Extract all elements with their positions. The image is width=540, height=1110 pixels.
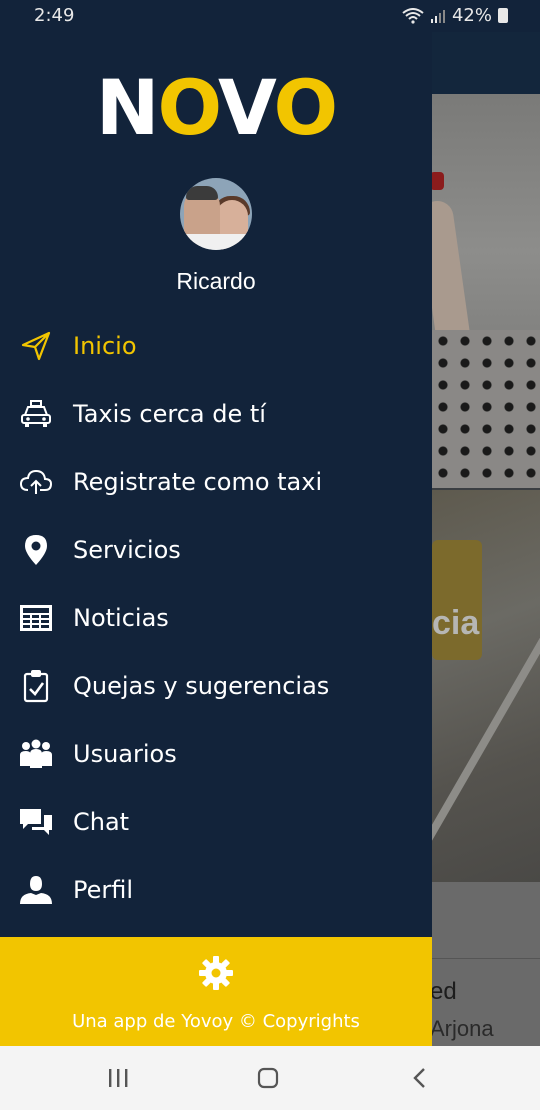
logo-letter: N bbox=[95, 63, 160, 152]
menu-item-perfil[interactable]: Perfil bbox=[0, 856, 432, 924]
menu-item-inicio[interactable]: Inicio bbox=[0, 312, 432, 380]
user-name: Ricardo bbox=[176, 268, 256, 294]
newspaper-icon bbox=[18, 600, 54, 636]
menu-item-chat[interactable]: Chat bbox=[0, 788, 432, 856]
users-icon bbox=[18, 736, 54, 772]
background-card-divider bbox=[432, 958, 540, 959]
battery-icon bbox=[498, 8, 508, 23]
back-icon bbox=[413, 1068, 425, 1088]
background-photo-detail bbox=[430, 172, 444, 190]
menu-item-usuarios[interactable]: Usuarios bbox=[0, 720, 432, 788]
battery-percent: 42% bbox=[451, 5, 492, 26]
navigation-drawer: NOVO Ricardo Inicio Taxis cerca de tí Re… bbox=[0, 32, 432, 1046]
recent-apps-button[interactable] bbox=[98, 1062, 138, 1094]
menu-item-label: Noticias bbox=[73, 604, 169, 632]
menu-item-servicios[interactable]: Servicios bbox=[0, 516, 432, 584]
clipboard-check-icon bbox=[18, 668, 54, 704]
app-logo: NOVO bbox=[0, 70, 432, 146]
avatar[interactable] bbox=[180, 178, 252, 250]
menu-item-taxis[interactable]: Taxis cerca de tí bbox=[0, 380, 432, 448]
status-indicators: 42% bbox=[402, 5, 508, 26]
home-icon bbox=[257, 1067, 279, 1089]
menu-item-label: Registrate como taxi bbox=[73, 468, 323, 496]
wifi-icon bbox=[402, 7, 424, 24]
status-bar: 2:49 42% bbox=[0, 0, 540, 32]
drawer-footer: Una app de Yovoy © Copyrights bbox=[0, 937, 432, 1046]
menu-item-label: Perfil bbox=[73, 876, 134, 904]
background-overlay-text: cia bbox=[432, 604, 480, 642]
signal-icon bbox=[430, 9, 445, 23]
background-card-subtitle: Arjona bbox=[430, 1016, 494, 1041]
logo-letter: O bbox=[157, 63, 220, 152]
menu-item-label: Usuarios bbox=[73, 740, 177, 768]
background-photo-dress bbox=[432, 330, 540, 488]
map-pin-icon bbox=[18, 532, 54, 568]
chat-icon bbox=[18, 804, 54, 840]
menu-item-quejas[interactable]: Quejas y sugerencias bbox=[0, 652, 432, 720]
menu-item-label: Chat bbox=[73, 808, 130, 836]
menu-item-registrate[interactable]: Registrate como taxi bbox=[0, 448, 432, 516]
menu-item-label: Inicio bbox=[73, 332, 137, 360]
back-button[interactable] bbox=[400, 1062, 440, 1094]
menu-item-label: Quejas y sugerencias bbox=[73, 672, 330, 700]
footer-copyright: Una app de Yovoy © Copyrights bbox=[72, 1011, 360, 1032]
gear-icon[interactable] bbox=[198, 955, 234, 991]
menu-item-noticias[interactable]: Noticias bbox=[0, 584, 432, 652]
send-icon bbox=[18, 328, 54, 364]
cloud-upload-icon bbox=[18, 464, 54, 500]
home-button[interactable] bbox=[248, 1062, 288, 1094]
background-card-title: ed bbox=[430, 978, 457, 1005]
user-icon bbox=[18, 872, 54, 908]
menu-item-label: Taxis cerca de tí bbox=[73, 400, 266, 428]
logo-letter: V bbox=[218, 63, 276, 152]
taxi-icon bbox=[18, 396, 54, 432]
logo-letter: O bbox=[273, 63, 339, 152]
status-time: 2:49 bbox=[34, 5, 75, 26]
system-navigation-bar bbox=[0, 1046, 540, 1110]
menu-item-label: Servicios bbox=[73, 536, 181, 564]
recents-icon bbox=[109, 1069, 128, 1087]
